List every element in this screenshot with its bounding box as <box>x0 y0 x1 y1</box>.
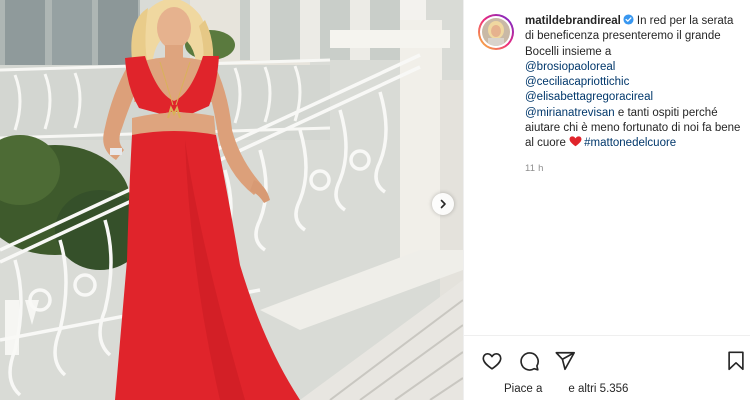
chevron-right-icon <box>440 199 446 209</box>
post-details-panel: matildebrandireal In red per la serata di… <box>463 0 750 400</box>
likes-count-text: e altri 5.356 <box>568 383 629 395</box>
likes-prefix: Piace a <box>504 383 543 395</box>
post-caption: matildebrandireal In red per la serata di… <box>525 14 743 176</box>
avatar-image <box>482 18 510 46</box>
next-photo-button[interactable] <box>432 193 454 215</box>
like-button[interactable] <box>480 349 504 373</box>
post-timestamp[interactable]: 11 h <box>525 161 743 176</box>
photo-scene <box>0 0 463 400</box>
mention-link[interactable]: @brosiopaoloreal <box>525 61 615 73</box>
bookmark-icon <box>728 351 744 371</box>
mention-link[interactable]: @mirianatrevisan <box>525 107 615 119</box>
caption-row: matildebrandireal In red per la serata di… <box>478 14 743 176</box>
comment-button[interactable] <box>517 349 541 373</box>
red-heart-emoji-icon <box>569 136 582 147</box>
avatar-ring <box>480 16 512 48</box>
avatar[interactable] <box>478 14 514 50</box>
likes-summary[interactable]: Piace a e altri 5.356 <box>504 383 628 395</box>
paper-plane-icon <box>555 351 575 371</box>
instagram-post: matildebrandireal In red per la serata di… <box>0 0 750 400</box>
share-button[interactable] <box>553 349 577 373</box>
verified-badge-icon <box>623 14 634 25</box>
hashtag-link[interactable]: #mattonedelcuore <box>584 137 676 149</box>
username-link[interactable]: matildebrandireal <box>525 15 621 27</box>
actions-divider <box>464 335 750 336</box>
post-photo[interactable] <box>0 0 463 400</box>
save-button[interactable] <box>724 349 748 373</box>
mention-link[interactable]: @elisabettagregoracireal <box>525 91 653 103</box>
action-bar <box>480 349 748 373</box>
heart-outline-icon <box>482 353 502 370</box>
mention-link[interactable]: @ceciliacapriottichic <box>525 76 629 88</box>
speech-bubble-icon <box>520 352 539 371</box>
